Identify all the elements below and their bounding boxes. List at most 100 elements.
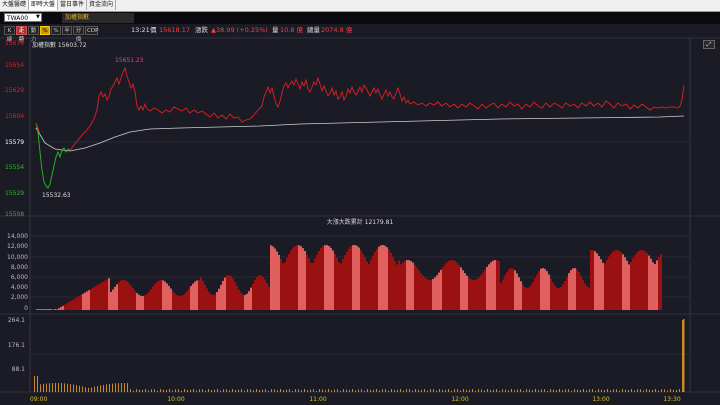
flow-bar bbox=[160, 280, 162, 310]
flow-bar bbox=[468, 277, 470, 310]
flow-bar bbox=[202, 280, 204, 310]
flow-bar bbox=[370, 259, 372, 310]
flow-bar bbox=[524, 287, 526, 310]
volume-bar bbox=[229, 390, 230, 392]
flow-bar bbox=[602, 262, 604, 310]
volume-bar bbox=[265, 389, 266, 392]
volume-bar bbox=[208, 389, 209, 392]
flow-bar bbox=[94, 286, 96, 310]
volume-bar bbox=[331, 390, 332, 392]
flow-bar bbox=[182, 295, 184, 310]
flow-bar bbox=[616, 250, 618, 310]
volume-bar bbox=[238, 389, 239, 392]
flow-bar bbox=[588, 287, 590, 310]
flow-bar bbox=[350, 246, 352, 310]
flow-bar bbox=[112, 289, 114, 310]
volume-bar bbox=[538, 390, 539, 392]
flow-bar bbox=[486, 266, 488, 310]
flow-bar bbox=[174, 293, 176, 310]
flow-bar bbox=[592, 250, 594, 310]
volume-bar bbox=[424, 389, 425, 392]
volume-bar bbox=[535, 389, 536, 392]
price-tick: 15604 bbox=[5, 113, 24, 120]
flow-bar bbox=[586, 286, 588, 310]
flow-bar bbox=[498, 261, 500, 310]
flow-bar bbox=[566, 276, 568, 310]
flow-bar bbox=[148, 291, 150, 310]
volume-bar bbox=[256, 389, 257, 392]
flow-bar bbox=[512, 268, 514, 310]
flow-bar bbox=[254, 279, 256, 310]
volume-bar bbox=[205, 390, 206, 392]
volume-bar bbox=[292, 390, 293, 392]
flow-bar bbox=[304, 250, 306, 310]
volume-bar bbox=[388, 390, 389, 392]
flow-bar bbox=[230, 275, 232, 310]
volume-bar bbox=[319, 389, 320, 392]
flow-tick: 10,000 bbox=[7, 254, 28, 261]
flow-bar bbox=[180, 295, 182, 310]
flow-tick: 4,000 bbox=[11, 284, 28, 291]
flow-bar bbox=[436, 275, 438, 310]
flow-bar bbox=[292, 247, 294, 310]
flow-bar bbox=[116, 284, 118, 310]
volume-bar bbox=[520, 389, 521, 392]
flow-bar bbox=[128, 283, 130, 310]
flow-bar bbox=[406, 260, 408, 310]
volume-bar bbox=[121, 383, 122, 392]
flow-bar bbox=[146, 293, 148, 310]
flow-bar bbox=[124, 280, 126, 310]
flow-bar bbox=[68, 302, 70, 310]
flow-bar bbox=[462, 270, 464, 310]
volume-bar bbox=[232, 389, 233, 392]
flow-bar bbox=[64, 304, 66, 310]
flow-bar bbox=[396, 264, 398, 310]
flow-bar bbox=[384, 245, 386, 310]
volume-bar bbox=[655, 389, 656, 392]
volume-bar bbox=[376, 389, 377, 392]
flow-bar bbox=[536, 274, 538, 310]
volume-bar bbox=[142, 390, 143, 392]
flow-bar bbox=[508, 269, 510, 310]
flow-bar bbox=[82, 293, 84, 310]
flow-bar bbox=[484, 269, 486, 310]
volume-bar bbox=[244, 390, 245, 392]
volume-bar bbox=[532, 390, 533, 392]
flow-bar bbox=[152, 286, 154, 310]
time-tick: 09:00 bbox=[30, 396, 47, 403]
flow-bar bbox=[242, 294, 244, 310]
price-line-down bbox=[35, 122, 71, 189]
volume-bar bbox=[361, 389, 362, 392]
volume-bar bbox=[34, 376, 35, 392]
flow-bar bbox=[122, 280, 124, 310]
flow-bar bbox=[74, 298, 76, 310]
volume-bar bbox=[241, 389, 242, 392]
flow-bar bbox=[108, 278, 110, 310]
flow-bar bbox=[46, 309, 48, 310]
volume-bar bbox=[349, 390, 350, 392]
flow-bar bbox=[288, 253, 290, 310]
flow-bar bbox=[380, 245, 382, 310]
flow-bar bbox=[596, 253, 598, 310]
volume-bar bbox=[94, 386, 95, 392]
flow-bar bbox=[580, 275, 582, 310]
flow-bar bbox=[42, 309, 44, 310]
flow-bar bbox=[142, 295, 144, 310]
flow-bar bbox=[506, 271, 508, 310]
volume-bar bbox=[298, 389, 299, 392]
flow-tick: 6,000 bbox=[11, 274, 28, 281]
volume-bar bbox=[523, 390, 524, 392]
flow-bar bbox=[638, 250, 640, 310]
flow-bar bbox=[464, 273, 466, 310]
flow-bar bbox=[540, 268, 542, 310]
flow-bar bbox=[262, 276, 264, 310]
volume-bar bbox=[139, 389, 140, 392]
flow-bar bbox=[206, 288, 208, 310]
volume-bar bbox=[427, 390, 428, 392]
flow-bar bbox=[650, 258, 652, 310]
price-tick: 15676 bbox=[5, 40, 24, 47]
volume-bars bbox=[34, 319, 685, 392]
flow-bar bbox=[448, 260, 450, 310]
volume-bar bbox=[145, 389, 146, 392]
expand-icon[interactable]: ⤢ bbox=[703, 40, 715, 49]
